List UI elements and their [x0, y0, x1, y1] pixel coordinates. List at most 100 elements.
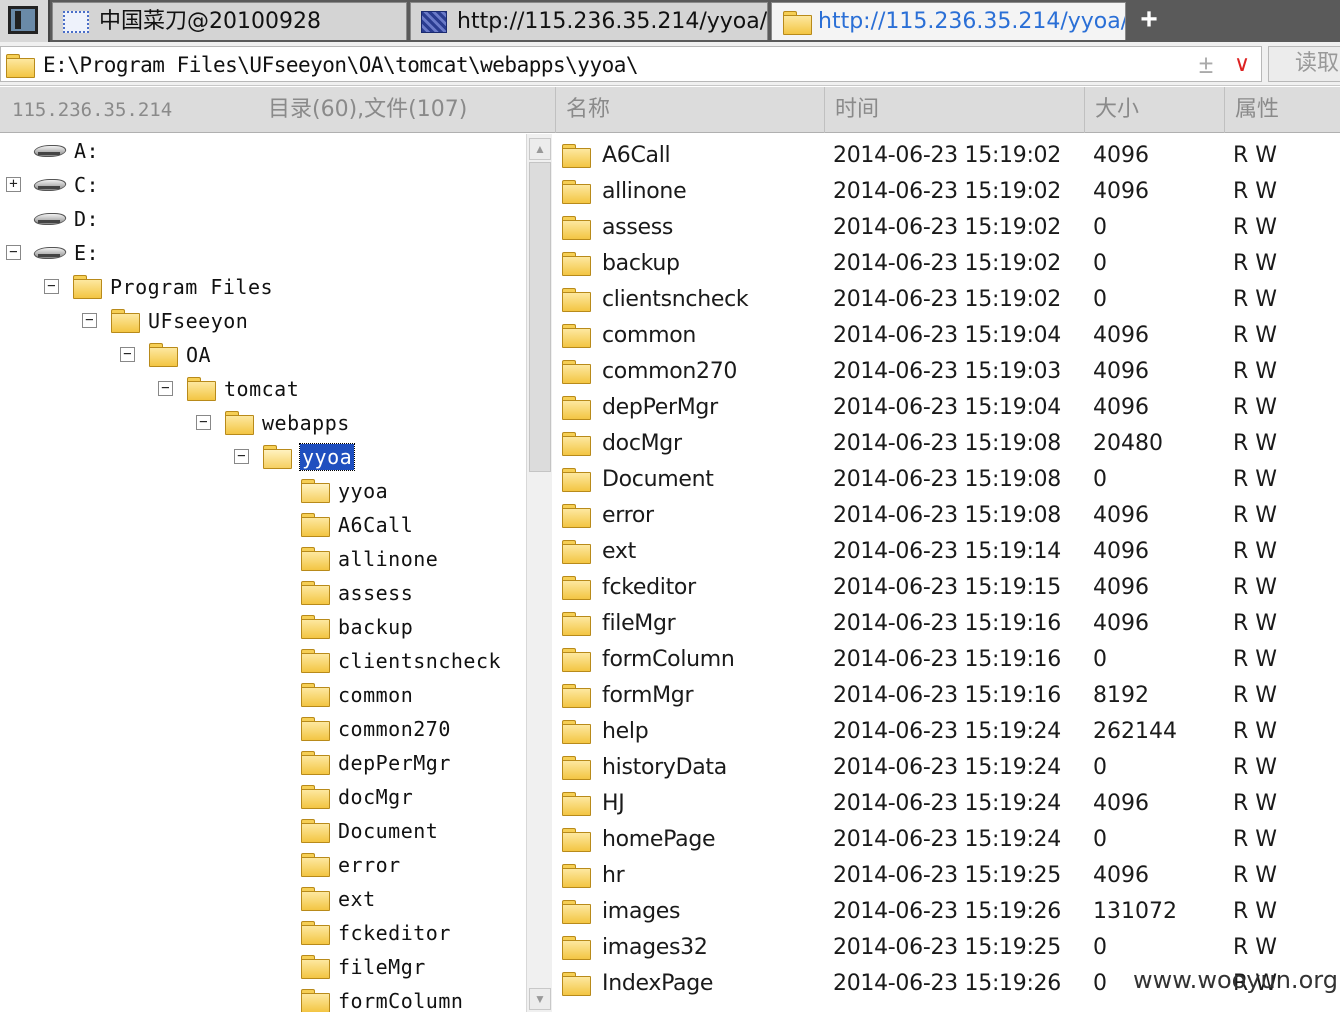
- folder-icon: [561, 683, 591, 708]
- column-header-time[interactable]: 时间: [824, 87, 1084, 133]
- tree-node[interactable]: docMgr: [0, 780, 526, 814]
- tree-node[interactable]: A:: [0, 134, 526, 168]
- collapse-icon[interactable]: −: [120, 347, 135, 362]
- file-row[interactable]: images 2014-06-23 15:19:26 131072 R W: [555, 892, 1340, 928]
- folder-icon: [148, 342, 178, 367]
- file-row[interactable]: ext 2014-06-23 15:19:14 4096 R W: [555, 532, 1340, 568]
- file-row[interactable]: formMgr 2014-06-23 15:19:16 8192 R W: [555, 676, 1340, 712]
- file-time: 2014-06-23 15:19:02: [833, 251, 1061, 276]
- file-time: 2014-06-23 15:19:03: [833, 359, 1061, 384]
- tree-node[interactable]: − E:: [0, 236, 526, 270]
- collapse-icon[interactable]: −: [234, 449, 249, 464]
- file-attr: R W: [1233, 755, 1278, 780]
- folder-icon: [300, 716, 330, 741]
- tree-node[interactable]: common270: [0, 712, 526, 746]
- tree-node[interactable]: A6Call: [0, 508, 526, 542]
- scroll-down-arrow-icon[interactable]: ▼: [529, 988, 551, 1010]
- file-row[interactable]: assess 2014-06-23 15:19:02 0 R W: [555, 208, 1340, 244]
- tree-node[interactable]: common: [0, 678, 526, 712]
- column-header-name[interactable]: 名称: [555, 87, 823, 133]
- tree-node[interactable]: − tomcat: [0, 372, 526, 406]
- tree-node[interactable]: allinone: [0, 542, 526, 576]
- file-row[interactable]: docMgr 2014-06-23 15:19:08 20480 R W: [555, 424, 1340, 460]
- tree-node[interactable]: yyoa: [0, 474, 526, 508]
- tree-node[interactable]: fileMgr: [0, 950, 526, 984]
- file-time: 2014-06-23 15:19:02: [833, 179, 1061, 204]
- file-row[interactable]: images32 2014-06-23 15:19:25 0 R W: [555, 928, 1340, 964]
- file-time: 2014-06-23 15:19:04: [833, 395, 1061, 420]
- tree-node[interactable]: + C:: [0, 168, 526, 202]
- tree-node[interactable]: − webapps: [0, 406, 526, 440]
- chevron-down-icon[interactable]: ∨: [1229, 49, 1255, 79]
- expand-icon[interactable]: +: [6, 177, 21, 192]
- tab-virtual-terminal[interactable]: http://115.236.35.214/yyoa/...: [410, 2, 768, 40]
- folder-icon: [300, 852, 330, 877]
- collapse-icon[interactable]: −: [44, 279, 59, 294]
- file-row[interactable]: Document 2014-06-23 15:19:08 0 R W: [555, 460, 1340, 496]
- file-row[interactable]: help 2014-06-23 15:19:24 262144 R W: [555, 712, 1340, 748]
- tree-node[interactable]: − yyoa: [0, 440, 526, 474]
- scroll-thumb[interactable]: [529, 162, 551, 472]
- file-row[interactable]: HJ 2014-06-23 15:19:24 4096 R W: [555, 784, 1340, 820]
- path-input[interactable]: E:\Program Files\UFseeyon\OA\tomcat\weba…: [0, 46, 1262, 82]
- tree-node-label: fckeditor: [338, 921, 451, 945]
- tab-shell[interactable]: 中国菜刀@20100928: [52, 2, 407, 40]
- tree-node[interactable]: backup: [0, 610, 526, 644]
- column-header-attr[interactable]: 属性: [1224, 87, 1340, 133]
- file-row[interactable]: hr 2014-06-23 15:19:25 4096 R W: [555, 856, 1340, 892]
- tree-node[interactable]: fckeditor: [0, 916, 526, 950]
- tree-node[interactable]: depPerMgr: [0, 746, 526, 780]
- folder-icon: [561, 287, 591, 312]
- file-size: 4096: [1093, 323, 1149, 348]
- collapse-icon[interactable]: −: [6, 245, 21, 260]
- file-row[interactable]: clientsncheck 2014-06-23 15:19:02 0 R W: [555, 280, 1340, 316]
- tree-node[interactable]: formColumn: [0, 984, 526, 1012]
- file-attr: R W: [1233, 503, 1278, 528]
- tree-node-label: common: [338, 683, 414, 707]
- file-name: docMgr: [602, 431, 682, 456]
- tab-file-manager[interactable]: http://115.236.35.214/yyoa/...: [771, 2, 1126, 40]
- folder-icon: [300, 512, 330, 537]
- file-row[interactable]: common 2014-06-23 15:19:04 4096 R W: [555, 316, 1340, 352]
- read-button[interactable]: 读取: [1268, 46, 1340, 82]
- tree-scrollbar[interactable]: ▲ ▼: [526, 134, 552, 1012]
- file-row[interactable]: homePage 2014-06-23 15:19:24 0 R W: [555, 820, 1340, 856]
- file-row[interactable]: common270 2014-06-23 15:19:03 4096 R W: [555, 352, 1340, 388]
- file-row[interactable]: historyData 2014-06-23 15:19:24 0 R W: [555, 748, 1340, 784]
- file-time: 2014-06-23 15:19:26: [833, 971, 1061, 996]
- file-time: 2014-06-23 15:19:08: [833, 467, 1061, 492]
- tree-node[interactable]: − Program Files: [0, 270, 526, 304]
- collapse-icon[interactable]: −: [196, 415, 211, 430]
- scroll-up-arrow-icon[interactable]: ▲: [529, 138, 551, 160]
- tree-node[interactable]: − OA: [0, 338, 526, 372]
- tree-node[interactable]: clientsncheck: [0, 644, 526, 678]
- file-row[interactable]: fileMgr 2014-06-23 15:19:16 4096 R W: [555, 604, 1340, 640]
- tree-node[interactable]: − UFseeyon: [0, 304, 526, 338]
- plus-minus-icon[interactable]: ±: [1193, 49, 1219, 79]
- file-row[interactable]: allinone 2014-06-23 15:19:02 4096 R W: [555, 172, 1340, 208]
- file-row[interactable]: A6Call 2014-06-23 15:19:02 4096 R W: [555, 136, 1340, 172]
- tree-node[interactable]: D:: [0, 202, 526, 236]
- file-row[interactable]: backup 2014-06-23 15:19:02 0 R W: [555, 244, 1340, 280]
- tree-node-label: C:: [74, 173, 100, 197]
- window-menu-button[interactable]: [0, 0, 50, 42]
- tree-node[interactable]: ext: [0, 882, 526, 916]
- folder-open-icon: [300, 478, 330, 503]
- file-time: 2014-06-23 15:19:02: [833, 287, 1061, 312]
- new-tab-button[interactable]: +: [1132, 4, 1166, 38]
- file-row[interactable]: fckeditor 2014-06-23 15:19:15 4096 R W: [555, 568, 1340, 604]
- tree-node[interactable]: assess: [0, 576, 526, 610]
- file-size: 4096: [1093, 359, 1149, 384]
- file-row[interactable]: formColumn 2014-06-23 15:19:16 0 R W: [555, 640, 1340, 676]
- file-attr: R W: [1233, 899, 1278, 924]
- collapse-icon[interactable]: −: [158, 381, 173, 396]
- collapse-icon[interactable]: −: [82, 313, 97, 328]
- file-name: fckeditor: [602, 575, 696, 600]
- tree-node[interactable]: error: [0, 848, 526, 882]
- file-time: 2014-06-23 15:19:15: [833, 575, 1061, 600]
- file-row[interactable]: depPerMgr 2014-06-23 15:19:04 4096 R W: [555, 388, 1340, 424]
- directory-tree: A: + C: D: − E: − Program Files − UFseeyon − OA − tom…: [0, 134, 526, 1012]
- column-header-size[interactable]: 大小: [1084, 87, 1224, 133]
- tree-node[interactable]: Document: [0, 814, 526, 848]
- file-row[interactable]: error 2014-06-23 15:19:08 4096 R W: [555, 496, 1340, 532]
